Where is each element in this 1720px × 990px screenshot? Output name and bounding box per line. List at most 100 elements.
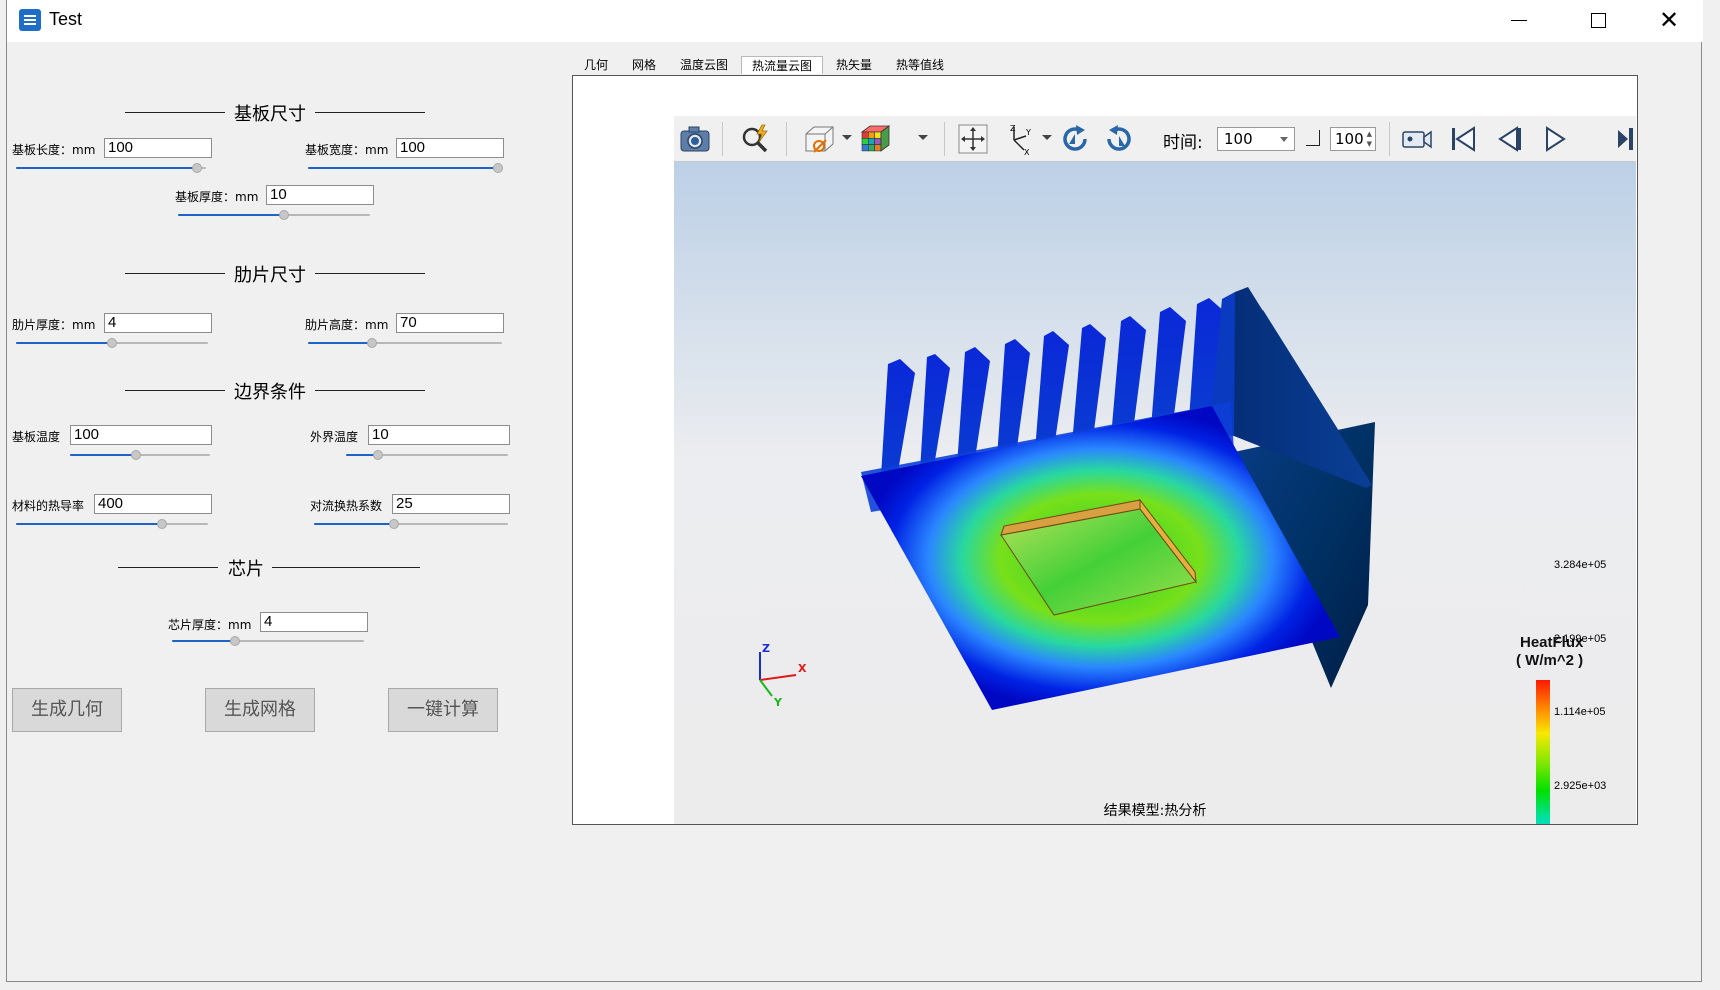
section-view-icon[interactable] <box>802 122 836 156</box>
tab-heat-isoline[interactable]: 热等值线 <box>890 56 950 74</box>
slider-handle[interactable] <box>388 519 399 529</box>
section-divider <box>272 567 420 568</box>
substrate-width-input[interactable]: 100 <box>396 138 504 158</box>
svg-text:X: X <box>1024 148 1030 156</box>
fin-height-input[interactable]: 70 <box>396 313 504 333</box>
svg-text:Y: Y <box>1025 128 1031 137</box>
section-divider <box>315 390 425 391</box>
step-icon <box>1306 130 1320 146</box>
conductivity-slider[interactable] <box>16 519 208 529</box>
model-viewport[interactable]: Z X Y HeatFlux ( W/m^2 ) 3.284e+05 2.199… <box>674 162 1636 824</box>
slider-handle[interactable] <box>156 519 167 529</box>
step-value: 100 <box>1335 130 1364 148</box>
viewer-toolbar: Z Y X 时间: 100 100 ▲ ▼ <box>674 116 1636 162</box>
camera-icon[interactable] <box>678 122 712 156</box>
conductivity-input[interactable]: 400 <box>94 494 212 514</box>
substrate-length-slider[interactable] <box>16 163 206 173</box>
record-icon[interactable] <box>1400 122 1434 156</box>
maximize-button[interactable] <box>1563 0 1633 42</box>
slider-handle[interactable] <box>367 338 378 348</box>
legend-tick-max: 3.284e+05 <box>1554 559 1607 571</box>
result-model-label: 结果模型:热分析 <box>1103 803 1207 819</box>
fin-height-label: 肋片高度：mm <box>305 318 389 332</box>
section-title-substrate: 基板尺寸 <box>234 104 306 125</box>
convection-label: 对流换热系数 <box>310 499 383 513</box>
tab-heat-vector[interactable]: 热矢量 <box>830 56 878 74</box>
fin-height-slider[interactable] <box>308 338 502 348</box>
time-select[interactable]: 100 <box>1217 127 1295 151</box>
time-label: 时间: <box>1163 133 1203 153</box>
one-click-compute-button[interactable]: 一键计算 <box>388 688 498 732</box>
axis-triad-icon: Z X Y <box>759 642 807 706</box>
legend-tick-2: 2.199e+05 <box>1554 633 1607 645</box>
tab-heat-flux-contour[interactable]: 热流量云图 <box>741 56 823 74</box>
axes-dropdown[interactable] <box>1042 135 1052 140</box>
slider-handle[interactable] <box>130 450 141 460</box>
color-map-dropdown[interactable] <box>918 135 928 140</box>
prev-frame-icon[interactable] <box>1492 122 1526 156</box>
substrate-temp-input[interactable]: 100 <box>70 425 212 445</box>
axis-x-label: X <box>798 662 807 675</box>
ambient-temp-input[interactable]: 10 <box>368 425 510 445</box>
title-bar: Test ✕ <box>7 0 1703 42</box>
close-icon: ✕ <box>1659 6 1680 34</box>
window-title: Test <box>49 9 83 29</box>
section-divider <box>315 273 425 274</box>
slider-handle[interactable] <box>191 163 202 173</box>
substrate-thickness-input[interactable]: 10 <box>266 185 374 205</box>
legend-unit: ( W/m^2 ) <box>1516 652 1584 669</box>
rotate-cw-icon[interactable] <box>1058 122 1092 156</box>
section-title-chip: 芯片 <box>228 559 264 580</box>
section-view-dropdown[interactable] <box>842 135 852 140</box>
section-title-fin: 肋片尺寸 <box>234 265 306 286</box>
ambient-temp-slider[interactable] <box>346 450 508 460</box>
ambient-temp-label: 外界温度 <box>310 430 359 444</box>
time-value: 100 <box>1224 130 1253 148</box>
slider-handle[interactable] <box>373 450 384 460</box>
substrate-length-label: 基板长度：mm <box>12 143 96 157</box>
substrate-length-input[interactable]: 100 <box>104 138 212 158</box>
spin-up-icon[interactable]: ▲ <box>1367 131 1372 138</box>
tab-mesh[interactable]: 网格 <box>626 56 662 74</box>
substrate-thickness-slider[interactable] <box>178 210 370 220</box>
slider-handle[interactable] <box>107 338 117 348</box>
heatsink-model <box>861 287 1375 710</box>
play-icon[interactable] <box>1538 122 1572 156</box>
minimize-icon <box>1511 20 1527 21</box>
last-frame-icon[interactable] <box>1614 122 1636 156</box>
tab-geometry[interactable]: 几何 <box>578 56 614 74</box>
axis-y-label: Y <box>773 696 783 706</box>
pan-icon[interactable] <box>956 122 990 156</box>
maximize-icon <box>1591 13 1606 28</box>
substrate-thickness-label: 基板厚度：mm <box>175 190 259 204</box>
substrate-temp-slider[interactable] <box>70 450 210 460</box>
substrate-width-slider[interactable] <box>308 163 504 173</box>
chevron-down-icon <box>1280 137 1288 142</box>
section-divider <box>315 112 425 113</box>
axes-icon[interactable]: Z Y X <box>1002 122 1036 156</box>
section-title-boundary: 边界条件 <box>234 382 306 403</box>
fin-thickness-slider[interactable] <box>16 338 208 348</box>
color-cube-icon[interactable] <box>858 122 892 156</box>
step-spinbox[interactable]: 100 ▲ ▼ <box>1330 127 1376 151</box>
app-icon <box>19 9 41 31</box>
tab-temperature-contour[interactable]: 温度云图 <box>674 56 734 74</box>
convection-input[interactable]: 25 <box>392 494 510 514</box>
slider-handle[interactable] <box>230 636 241 646</box>
fin-thickness-label: 肋片厚度：mm <box>12 318 96 332</box>
substrate-width-label: 基板宽度：mm <box>305 143 389 157</box>
generate-geometry-button[interactable]: 生成几何 <box>12 688 122 732</box>
fin-thickness-input[interactable]: 4 <box>104 313 212 333</box>
chip-thickness-input[interactable]: 4 <box>260 612 368 632</box>
chip-thickness-slider[interactable] <box>172 636 364 646</box>
minimize-button[interactable] <box>1483 0 1553 42</box>
first-frame-icon[interactable] <box>1446 122 1480 156</box>
rotate-ccw-icon[interactable] <box>1102 122 1136 156</box>
generate-mesh-button[interactable]: 生成网格 <box>205 688 315 732</box>
convection-slider[interactable] <box>314 519 508 529</box>
svg-text:Z: Z <box>1010 124 1016 133</box>
zoom-icon[interactable] <box>738 122 772 156</box>
close-button[interactable]: ✕ <box>1633 0 1703 42</box>
slider-handle[interactable] <box>278 210 289 220</box>
spin-down-icon[interactable]: ▼ <box>1367 141 1372 148</box>
